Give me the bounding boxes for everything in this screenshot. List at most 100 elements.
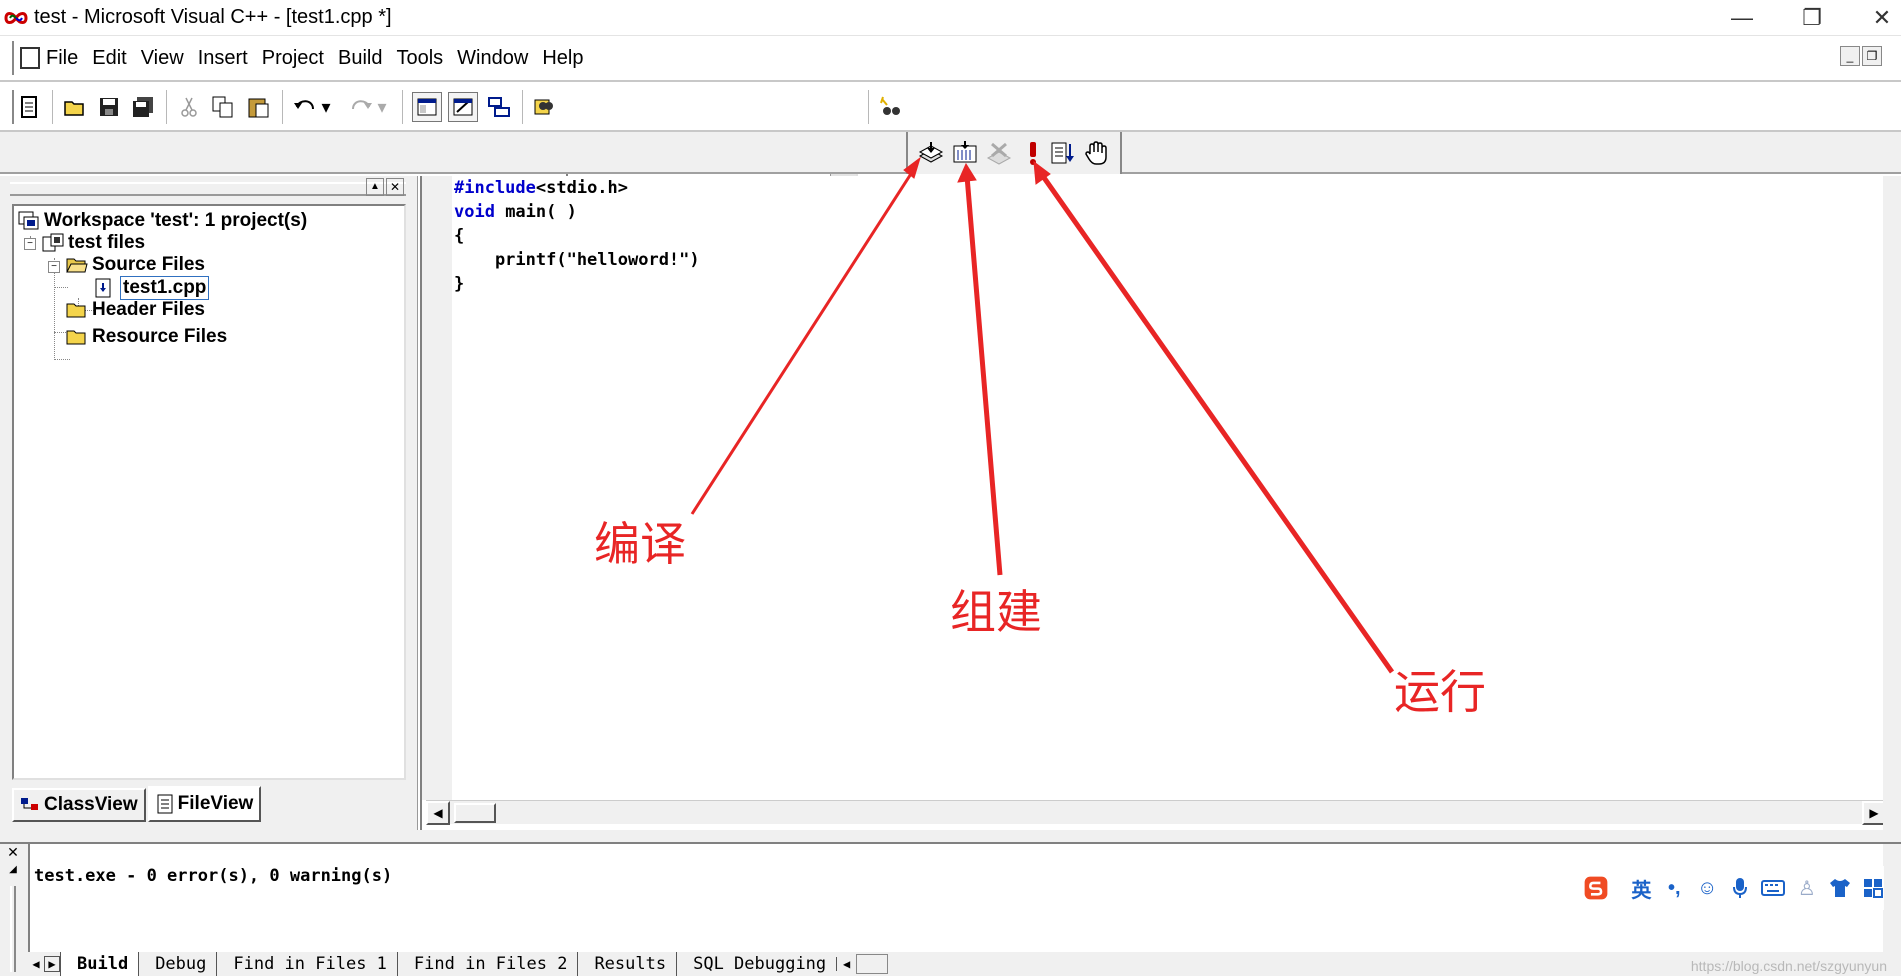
window-list-icon[interactable] (484, 92, 514, 122)
tab-classview-label: ClassView (44, 794, 138, 815)
tab-build[interactable]: Build (60, 952, 139, 976)
user-icon[interactable]: ♙ (1795, 876, 1818, 900)
open-folder-icon[interactable] (60, 92, 90, 122)
skin-shirt-icon[interactable] (1828, 876, 1851, 900)
mdi-restore-button[interactable]: ❐ (1862, 46, 1882, 66)
tab-results[interactable]: Results (577, 952, 676, 976)
workspace-window-icon[interactable] (412, 92, 442, 122)
code-text-segment: <stdio.h> (535, 178, 629, 198)
output-tabs: ◀ ▶ Build Debug Find in Files 1 Find in … (28, 952, 889, 976)
menu-edit[interactable]: Edit (92, 47, 126, 70)
output-window-icon[interactable] (448, 92, 478, 122)
watermark: https://blog.csdn.net/szgyunyun (1690, 958, 1887, 974)
tab-scroll-next-icon[interactable]: ▶ (44, 956, 60, 972)
mdi-minimize-button[interactable]: _ (1840, 46, 1860, 66)
vertical-scrollbar[interactable] (1883, 176, 1901, 830)
save-all-icon[interactable] (128, 92, 158, 122)
tab-scroll-left-icon[interactable]: ◀ (836, 957, 856, 971)
build-icon[interactable] (950, 138, 980, 168)
code-text-segment: } (454, 274, 465, 294)
menu-window[interactable]: Window (457, 47, 528, 70)
minimize-button[interactable]: — (1712, 0, 1772, 36)
tab-find-in-files-1[interactable]: Find in Files 1 (216, 952, 397, 976)
execute-icon[interactable] (1018, 138, 1048, 168)
undo-icon[interactable] (290, 92, 320, 122)
source-files-label: Source Files (92, 254, 205, 275)
tab-scrollbar-track[interactable] (856, 954, 889, 974)
undo-dropdown-icon[interactable]: ▾ (318, 92, 334, 122)
tab-find-in-files-2[interactable]: Find in Files 2 (396, 952, 578, 976)
window-title: test - Microsoft Visual C++ - [test1.cpp… (34, 6, 392, 28)
microphone-icon[interactable] (1729, 876, 1752, 900)
copy-icon[interactable] (208, 92, 238, 122)
tab-classview[interactable]: ClassView (12, 788, 146, 822)
emoji-icon[interactable]: ☺ (1696, 876, 1719, 900)
open-folder-icon (66, 255, 88, 275)
menu-insert[interactable]: Insert (198, 47, 248, 70)
menu-view[interactable]: View (141, 47, 184, 70)
workspace-root-node[interactable]: Workspace 'test': 1 project(s) (18, 210, 307, 232)
tab-scroll-first-icon[interactable]: ◀ (28, 957, 44, 971)
menu-build[interactable]: Build (338, 47, 382, 70)
workspace-icon (18, 211, 40, 231)
toolbar-separator (166, 90, 168, 124)
new-text-file-icon[interactable] (14, 92, 44, 122)
workspace-root-label: Workspace 'test': 1 project(s) (44, 210, 308, 231)
stop-build-icon[interactable] (984, 138, 1014, 168)
find-in-files-icon[interactable] (530, 92, 560, 122)
scroll-left-icon[interactable]: ◀ (426, 801, 450, 825)
go-icon[interactable] (1048, 138, 1078, 168)
source-file-node[interactable]: test1.cpp (94, 276, 210, 300)
redo-dropdown-icon[interactable]: ▾ (374, 92, 390, 122)
redo-icon[interactable] (346, 92, 376, 122)
sogou-logo-icon[interactable] (1584, 876, 1608, 900)
punctuation-icon[interactable]: •, (1663, 876, 1686, 900)
code-line: void main( ) (454, 200, 700, 224)
output-resize-icon[interactable]: ◢ (4, 864, 22, 882)
collapse-source-files-icon[interactable]: − (48, 261, 60, 273)
breakpoint-hand-icon[interactable] (1082, 138, 1112, 168)
build-minibar-row (0, 132, 1901, 174)
toolbox-grid-icon[interactable] (1861, 876, 1884, 900)
restore-button[interactable]: ❐ (1782, 0, 1842, 36)
output-grip[interactable]: ✕ ◢ (4, 844, 24, 976)
cut-icon[interactable] (174, 92, 204, 122)
project-node[interactable]: test files (42, 232, 145, 254)
header-files-node[interactable]: Header Files (66, 299, 205, 321)
menu-file[interactable]: File (46, 47, 78, 70)
project-icon (42, 233, 64, 253)
menu-project[interactable]: Project (262, 47, 324, 70)
code-keyword: #include (454, 178, 536, 198)
compile-icon[interactable] (916, 138, 946, 168)
menu-help[interactable]: Help (542, 47, 583, 70)
output-splitter[interactable] (0, 830, 1901, 844)
panel-close-button[interactable]: ✕ (386, 178, 404, 196)
panel-maximize-button[interactable]: ▲ (366, 178, 384, 196)
find-icon[interactable] (876, 92, 906, 122)
tab-debug[interactable]: Debug (138, 952, 216, 976)
source-files-node[interactable]: Source Files (66, 254, 205, 276)
close-button[interactable]: ✕ (1852, 0, 1901, 36)
paste-icon[interactable] (244, 92, 274, 122)
ime-mode-label[interactable]: 英 (1630, 876, 1653, 902)
code-editor[interactable]: #include<stdio.h> void main( ){ printf("h… (420, 176, 1901, 830)
workspace-header-grip[interactable] (10, 182, 406, 196)
code-text[interactable]: #include<stdio.h> void main( ){ printf("h… (454, 176, 700, 296)
scroll-thumb[interactable] (454, 803, 496, 823)
tab-sql-debugging[interactable]: SQL Debugging (676, 952, 836, 976)
keyboard-icon[interactable] (1761, 876, 1786, 900)
source-file-label: test1.cpp (120, 276, 210, 300)
toolbar-separator (402, 90, 404, 124)
collapse-project-icon[interactable]: − (24, 238, 36, 250)
resource-files-node[interactable]: Resource Files (66, 326, 227, 348)
horizontal-scrollbar[interactable]: ◀ ▶ (426, 800, 1886, 825)
tab-fileview[interactable]: FileView (147, 786, 262, 822)
save-icon[interactable] (94, 92, 124, 122)
menu-tools[interactable]: Tools (396, 47, 443, 70)
output-close-icon[interactable]: ✕ (4, 844, 22, 862)
output-grip-bar[interactable] (10, 886, 16, 972)
tree-line (54, 359, 70, 360)
title-bar: test - Microsoft Visual C++ - [test1.cpp… (0, 0, 1901, 36)
menu-grip[interactable] (8, 41, 14, 75)
project-label: test files (68, 232, 146, 253)
